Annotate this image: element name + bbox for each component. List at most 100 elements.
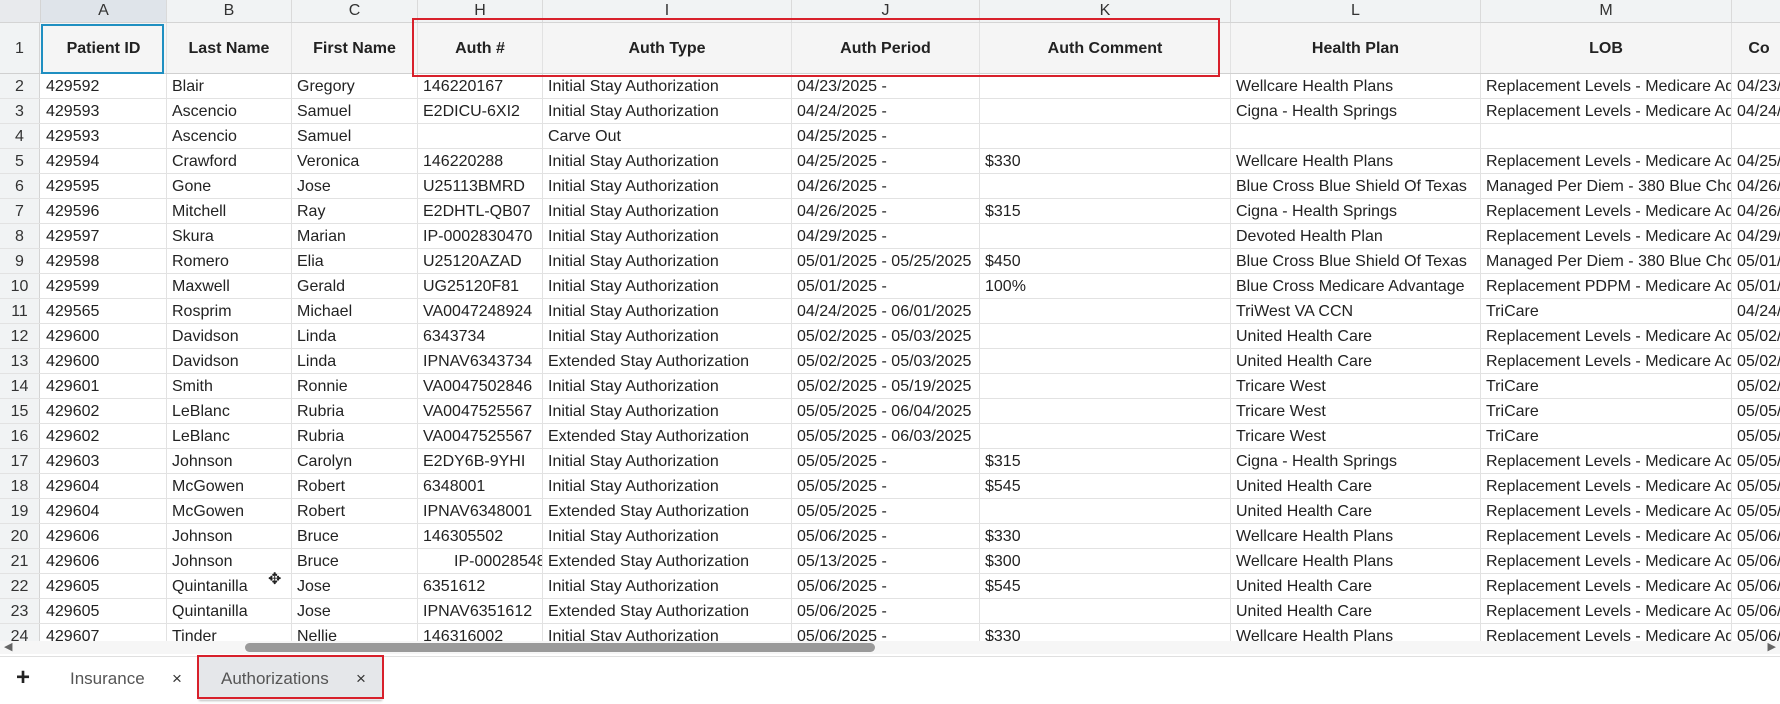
table-cell[interactable]: Ronnie <box>292 374 418 398</box>
table-cell[interactable]: Extended Stay Authorization <box>543 599 792 623</box>
table-cell[interactable]: Initial Stay Authorization <box>543 274 792 298</box>
table-cell[interactable]: 05/05/2025 - 06/04/2025 <box>792 399 980 423</box>
table-cell[interactable]: Johnson <box>167 524 292 548</box>
table-cell[interactable] <box>980 124 1231 148</box>
table-cell[interactable]: Initial Stay Authorization <box>543 399 792 423</box>
table-cell[interactable]: TriCare <box>1481 374 1732 398</box>
table-cell[interactable]: 04/29/2 <box>1732 224 1780 248</box>
column-header-l[interactable]: L <box>1231 0 1481 22</box>
table-cell[interactable]: Replacement Levels - Medicare Adva <box>1481 574 1732 598</box>
table-cell[interactable]: Carolyn <box>292 449 418 473</box>
table-cell[interactable]: Replacement Levels - Medicare Adva <box>1481 99 1732 123</box>
column-header-h[interactable]: H <box>418 0 543 22</box>
scroll-left-icon[interactable]: ◀ <box>4 641 12 654</box>
table-cell[interactable]: 05/05/2025 - 06/03/2025 <box>792 424 980 448</box>
table-cell[interactable] <box>980 299 1231 323</box>
table-cell[interactable]: Replacement Levels - Medicare Adva <box>1481 199 1732 223</box>
table-cell[interactable]: 100% <box>980 274 1231 298</box>
table-cell[interactable] <box>980 424 1231 448</box>
row-number[interactable]: 23 <box>0 599 40 623</box>
row-number[interactable]: 3 <box>0 99 40 123</box>
table-cell[interactable]: U25120AZAD <box>418 249 543 273</box>
close-icon[interactable]: × <box>172 657 182 700</box>
table-cell[interactable]: United Health Care <box>1231 349 1481 373</box>
column-header-a[interactable]: A <box>41 0 167 22</box>
table-cell[interactable]: LeBlanc <box>167 399 292 423</box>
table-cell[interactable]: Carve Out <box>543 124 792 148</box>
table-cell[interactable]: United Health Care <box>1231 599 1481 623</box>
table-cell[interactable]: Davidson <box>167 324 292 348</box>
row-number[interactable]: 5 <box>0 149 40 173</box>
table-cell[interactable]: 05/02/2 <box>1732 374 1780 398</box>
table-cell[interactable]: Samuel <box>292 124 418 148</box>
table-cell[interactable]: Initial Stay Authorization <box>543 174 792 198</box>
close-icon[interactable]: × <box>356 657 366 700</box>
header-cell[interactable]: Last Name <box>167 23 292 73</box>
table-cell[interactable]: Extended Stay Authorization <box>543 424 792 448</box>
table-cell[interactable]: Johnson <box>167 549 292 573</box>
table-cell[interactable]: $450 <box>980 249 1231 273</box>
row-number[interactable]: 17 <box>0 449 40 473</box>
table-cell[interactable] <box>980 374 1231 398</box>
table-cell[interactable]: 04/24/2025 - 06/01/2025 <box>792 299 980 323</box>
table-cell[interactable]: Elia <box>292 249 418 273</box>
table-cell[interactable]: 429601 <box>41 374 167 398</box>
table-cell[interactable]: 05/06/2025 - <box>792 524 980 548</box>
table-cell[interactable]: 429605 <box>41 599 167 623</box>
table-cell[interactable]: TriCare <box>1481 424 1732 448</box>
table-cell[interactable]: VA0047525567 <box>418 424 543 448</box>
table-cell[interactable]: Blue Cross Blue Shield Of Texas <box>1231 249 1481 273</box>
table-cell[interactable]: 429598 <box>41 249 167 273</box>
table-cell[interactable]: 05/05/2 <box>1732 424 1780 448</box>
table-cell[interactable]: 05/05/2025 - <box>792 449 980 473</box>
table-cell[interactable]: Skura <box>167 224 292 248</box>
table-cell[interactable]: 05/05/2 <box>1732 499 1780 523</box>
table-cell[interactable]: 05/06/2 <box>1732 524 1780 548</box>
table-cell[interactable]: Replacement Levels - Medicare Adva <box>1481 524 1732 548</box>
column-header-c[interactable]: C <box>292 0 418 22</box>
table-cell[interactable]: Robert <box>292 499 418 523</box>
table-cell[interactable]: Blair <box>167 74 292 98</box>
table-cell[interactable]: Extended Stay Authorization <box>543 349 792 373</box>
header-cell[interactable]: Auth Type <box>543 23 792 73</box>
table-cell[interactable]: 05/02/2 <box>1732 324 1780 348</box>
horizontal-scrollbar[interactable]: ◀ ▶ <box>0 641 1780 654</box>
row-number[interactable]: 9 <box>0 249 40 273</box>
add-sheet-button[interactable]: + <box>10 665 36 691</box>
table-cell[interactable]: Gone <box>167 174 292 198</box>
table-cell[interactable]: E2DY6B-9YHI <box>418 449 543 473</box>
table-cell[interactable]: Initial Stay Authorization <box>543 299 792 323</box>
table-cell[interactable]: VA0047248924 <box>418 299 543 323</box>
table-cell[interactable]: 6348001 <box>418 474 543 498</box>
table-cell[interactable]: Tricare West <box>1231 424 1481 448</box>
tab-insurance[interactable]: Insurance × <box>48 657 196 700</box>
table-cell[interactable]: 05/06/2 <box>1732 599 1780 623</box>
table-cell[interactable]: IPNAV6351612 <box>418 599 543 623</box>
table-cell[interactable]: 05/06/2 <box>1732 549 1780 573</box>
table-cell[interactable]: $545 <box>980 574 1231 598</box>
table-cell[interactable]: Initial Stay Authorization <box>543 249 792 273</box>
row-number[interactable]: 19 <box>0 499 40 523</box>
row-number[interactable]: 4 <box>0 124 40 148</box>
table-cell[interactable]: Robert <box>292 474 418 498</box>
table-cell[interactable]: Wellcare Health Plans <box>1231 524 1481 548</box>
header-cell[interactable]: Auth Comment <box>980 23 1231 73</box>
table-cell[interactable]: 04/23/2025 - <box>792 74 980 98</box>
table-cell[interactable]: Marian <box>292 224 418 248</box>
table-cell[interactable]: Tricare West <box>1231 399 1481 423</box>
table-cell[interactable]: Extended Stay Authorization <box>543 499 792 523</box>
table-cell[interactable]: Linda <box>292 324 418 348</box>
table-cell[interactable] <box>980 599 1231 623</box>
table-cell[interactable]: Managed Per Diem - 380 Blue Choic <box>1481 174 1732 198</box>
table-cell[interactable]: 04/26/2 <box>1732 199 1780 223</box>
table-cell[interactable]: Replacement Levels - Medicare Adva <box>1481 474 1732 498</box>
table-cell[interactable]: 429606 <box>41 524 167 548</box>
table-cell[interactable]: 04/25/2 <box>1732 149 1780 173</box>
table-cell[interactable]: 05/02/2 <box>1732 349 1780 373</box>
table-cell[interactable]: United Health Care <box>1231 324 1481 348</box>
header-cell[interactable]: Health Plan <box>1231 23 1481 73</box>
table-cell[interactable]: Devoted Health Plan <box>1231 224 1481 248</box>
table-cell[interactable]: E2DICU-6XI2 <box>418 99 543 123</box>
table-cell[interactable]: 429595 <box>41 174 167 198</box>
table-cell[interactable]: Jose <box>292 599 418 623</box>
